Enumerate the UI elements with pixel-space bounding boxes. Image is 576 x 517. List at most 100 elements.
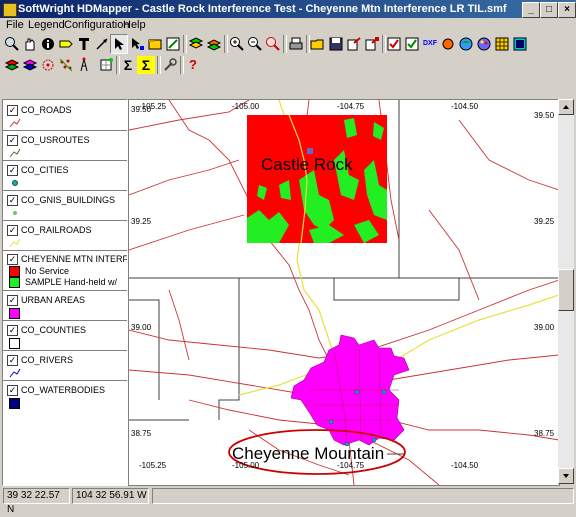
sum-button[interactable]: Σ (119, 56, 137, 74)
lon-tick-bottom: -104.50 (451, 461, 479, 470)
window-title: SoftWright HDMapper - Castle Rock Interf… (18, 3, 507, 15)
building-dot-icon (13, 211, 17, 215)
no-service-swatch (9, 266, 20, 277)
map-view[interactable]: Castle Rock Cheyenne Mountain 39.50 39.2… (128, 99, 560, 486)
scroll-thumb[interactable] (558, 269, 574, 311)
layer-icon[interactable] (146, 35, 164, 53)
map-canvas[interactable]: Castle Rock Cheyenne Mountain 39.50 39.2… (129, 100, 559, 485)
layer-stack-icon[interactable] (3, 56, 21, 74)
palette-icon[interactable] (475, 35, 493, 53)
info-icon[interactable] (39, 35, 57, 53)
railroad-line-icon (9, 238, 21, 248)
scatter-icon[interactable] (57, 56, 75, 74)
river-line-icon (9, 368, 21, 378)
layer-checkbox[interactable]: ✓ (7, 355, 18, 366)
waterbody-swatch (9, 398, 20, 409)
scroll-down-button[interactable] (558, 468, 574, 484)
menu-file[interactable]: File (6, 18, 24, 32)
layer-checkbox[interactable]: ✓ (7, 135, 18, 146)
lon-tick-bottom: -104.75 (337, 461, 365, 470)
sum-highlight-button[interactable]: Σ (137, 56, 155, 74)
pan-hand-icon[interactable] (21, 35, 39, 53)
layers-icon[interactable] (187, 35, 205, 53)
status-message (152, 488, 574, 504)
export-icon[interactable] (345, 35, 363, 53)
menu-legend[interactable]: Legend (28, 18, 65, 32)
color-icon[interactable] (439, 35, 457, 53)
lat-tick-right: 39.50 (534, 111, 555, 120)
zoom-in-icon[interactable] (228, 35, 246, 53)
check-list-icon[interactable] (403, 35, 421, 53)
grid-icon[interactable] (493, 35, 511, 53)
layer-checkbox[interactable]: ✓ (7, 105, 18, 116)
layer-checkbox[interactable]: ✓ (7, 165, 18, 176)
lat-tick-left: 38.75 (131, 429, 152, 438)
vertical-scrollbar[interactable] (558, 99, 574, 484)
lat-tick-right: 38.75 (534, 429, 555, 438)
select-arrow-icon[interactable] (110, 34, 128, 54)
wrench-icon[interactable] (161, 56, 179, 74)
label-tag-icon[interactable] (57, 35, 75, 53)
castle-rock-marker[interactable] (307, 148, 313, 154)
lat-tick-right: 39.00 (534, 323, 555, 332)
line-tool-icon[interactable] (93, 35, 111, 53)
lat-tick-left: 39.25 (131, 217, 152, 226)
dxf-button[interactable]: DXF (421, 35, 439, 53)
print-icon[interactable] (287, 35, 305, 53)
layers-edit-icon[interactable] (205, 35, 223, 53)
layer-name: CO_USROUTES (21, 135, 90, 145)
layer-name: CO_GNIS_BUILDINGS (21, 195, 116, 205)
save-icon[interactable] (327, 35, 345, 53)
lon-tick-top: -104.50 (451, 102, 479, 111)
lon-tick-bottom: -105.00 (232, 461, 260, 470)
minimize-button[interactable]: _ (522, 2, 540, 18)
urban-swatch (9, 308, 20, 319)
tower-icon[interactable] (75, 56, 93, 74)
zoom-extent-icon[interactable] (264, 35, 282, 53)
lat-tick-left: 39.00 (131, 323, 152, 332)
globe-icon[interactable] (457, 35, 475, 53)
toolbar-row-2: Σ Σ ? (0, 55, 576, 77)
text-tool-icon[interactable] (75, 35, 93, 53)
layer-checkbox[interactable]: ✓ (7, 225, 18, 236)
road-line-icon (9, 118, 21, 128)
layer-checkbox[interactable]: ✓ (7, 385, 18, 396)
layer-checkbox[interactable]: ✓ (7, 195, 18, 206)
status-latitude: 39 32 22.57 N (3, 488, 70, 515)
lon-tick-bottom: -105.25 (139, 461, 167, 470)
menu-configuration[interactable]: Configuration (64, 18, 129, 32)
lon-tick-top: -105.00 (232, 102, 260, 111)
layer-name: CO_ROADS (21, 105, 72, 115)
layer-checkbox[interactable]: ✓ (7, 325, 18, 336)
no-service-label: No Service (25, 266, 70, 276)
sum-label: Σ (123, 57, 133, 73)
close-button[interactable]: × (558, 2, 576, 18)
layer-name: CO_COUNTIES (21, 325, 87, 335)
city-dot-icon (12, 180, 18, 186)
layer-name: CO_RAILROADS (21, 225, 92, 235)
app-icon[interactable] (3, 3, 17, 17)
zoom-out-icon[interactable] (246, 35, 264, 53)
layer-name: CO_WATERBODIES (21, 385, 106, 395)
sum-highlight-label: Σ (137, 56, 155, 74)
menu-help[interactable]: Help (123, 18, 146, 32)
layer-checkbox[interactable]: ✓ (7, 295, 18, 306)
select-node-icon[interactable] (128, 35, 146, 53)
help-button[interactable]: ? (184, 56, 202, 74)
layer-name: CO_CITIES (21, 165, 69, 175)
site-icon[interactable] (39, 56, 57, 74)
zoom-icon[interactable] (3, 35, 21, 53)
table-icon[interactable] (511, 35, 529, 53)
open-folder-icon[interactable] (309, 35, 327, 53)
status-longitude: 104 32 56.91 W (72, 488, 149, 504)
import-icon[interactable] (363, 35, 381, 53)
scroll-up-button[interactable] (558, 99, 574, 115)
layer-stack-alt-icon[interactable] (21, 56, 39, 74)
grid-select-icon[interactable] (97, 56, 115, 74)
draw-icon[interactable] (164, 35, 182, 53)
layer-name: CO_RIVERS (21, 355, 74, 365)
maximize-button[interactable]: □ (540, 2, 558, 18)
layer-checkbox[interactable]: ✓ (7, 254, 18, 265)
lat-tick-right: 39.25 (534, 217, 555, 226)
check-edit-icon[interactable] (385, 35, 403, 53)
